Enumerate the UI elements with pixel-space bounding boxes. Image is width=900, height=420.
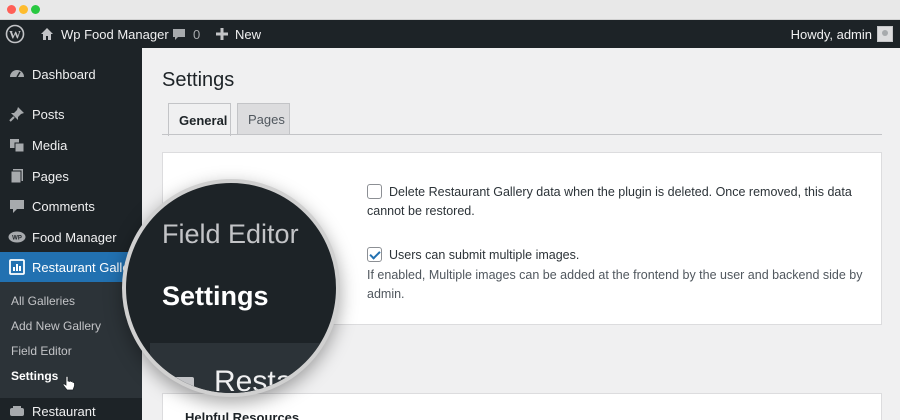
home-icon[interactable] — [39, 20, 55, 48]
sidebar-item-label: Posts — [32, 106, 65, 122]
sidebar-item-label: Restaurant Galle — [32, 259, 130, 275]
restaurant-icon — [8, 402, 26, 420]
site-name-link[interactable]: Wp Food Manager — [61, 20, 169, 48]
delete-data-label: Delete Restaurant Gallery data when the … — [367, 185, 852, 218]
comment-bubble-icon[interactable] — [171, 20, 187, 48]
close-window-button[interactable] — [7, 5, 16, 14]
submenu-field-editor[interactable]: Field Editor — [11, 344, 72, 358]
svg-text:W: W — [9, 28, 21, 42]
tab-general[interactable]: General — [168, 103, 231, 136]
avatar[interactable] — [877, 26, 893, 42]
sidebar-item-label: Dashboard — [32, 66, 96, 82]
minimize-window-button[interactable] — [19, 5, 28, 14]
submenu-add-new-gallery[interactable]: Add New Gallery — [11, 319, 101, 333]
plus-icon[interactable] — [215, 20, 229, 48]
comment-icon — [8, 197, 26, 215]
sidebar-item-restaurant-gallery[interactable]: Restaurant Galle — [0, 252, 142, 282]
submenu-all-galleries[interactable]: All Galleries — [11, 294, 75, 308]
admin-sidebar: Dashboard Posts Media Pages Comments WP … — [0, 48, 142, 420]
svg-text:WP: WP — [12, 236, 22, 242]
sidebar-item-pages[interactable]: Pages — [0, 161, 142, 191]
comments-count[interactable]: 0 — [193, 20, 200, 48]
helpful-resources-heading: Helpful Resources — [185, 410, 300, 420]
multiple-images-checkbox[interactable] — [367, 247, 382, 262]
sidebar-item-label: Restaurant — [32, 403, 96, 419]
magnifier-overlay: Field Editor Settings Resta — [122, 179, 340, 397]
wordpress-logo-icon[interactable]: W — [5, 20, 27, 48]
media-icon — [8, 136, 26, 154]
submenu-settings[interactable]: Settings — [11, 369, 58, 383]
page-title: Settings — [162, 69, 235, 91]
sidebar-item-dashboard[interactable]: Dashboard — [0, 59, 142, 89]
sidebar-item-comments[interactable]: Comments — [0, 191, 142, 221]
helpful-resources-panel: Helpful Resources — [162, 393, 882, 420]
sidebar-item-restaurant[interactable]: Restaurant — [0, 396, 142, 420]
sidebar-item-label: Pages — [32, 168, 69, 184]
howdy-account-link[interactable]: Howdy, admin — [791, 20, 872, 48]
dashboard-icon — [8, 65, 26, 83]
magnified-settings: Settings — [162, 281, 269, 311]
sidebar-item-posts[interactable]: Posts — [0, 99, 142, 129]
tab-pages[interactable]: Pages — [237, 103, 290, 135]
sidebar-item-label: Food Manager — [32, 229, 117, 245]
sidebar-item-label: Comments — [32, 198, 95, 214]
wpfm-icon: WP — [8, 228, 26, 246]
admin-bar: W Wp Food Manager 0 New Howdy, admin — [0, 20, 900, 48]
multiple-images-description: If enabled, Multiple images can be added… — [367, 268, 863, 301]
sidebar-item-label: Media — [32, 137, 68, 153]
tab-divider — [162, 134, 882, 135]
magnified-field-editor: Field Editor — [162, 219, 299, 249]
new-content-link[interactable]: New — [235, 20, 261, 48]
zoom-window-button[interactable] — [31, 5, 40, 14]
pages-icon — [8, 167, 26, 185]
pin-icon — [8, 105, 26, 123]
hand-cursor-icon — [62, 376, 75, 391]
multiple-images-label: Users can submit multiple images. — [389, 248, 580, 262]
window-chrome — [0, 0, 900, 20]
gallery-icon — [8, 258, 26, 276]
magnified-restaurant: Resta — [214, 365, 293, 397]
sidebar-item-food-manager[interactable]: WP Food Manager — [0, 222, 142, 252]
sidebar-item-media[interactable]: Media — [0, 130, 142, 160]
